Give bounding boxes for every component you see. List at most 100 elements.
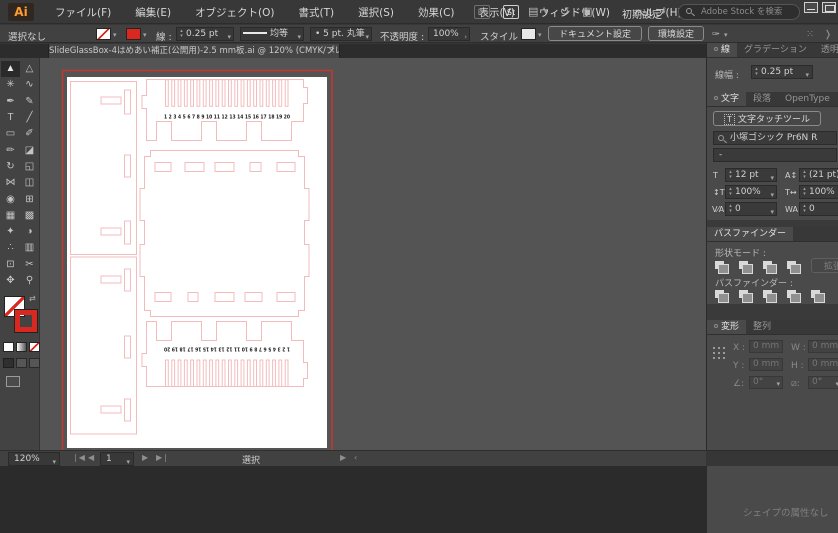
none-button[interactable]: [29, 342, 40, 352]
exclude-icon[interactable]: [787, 261, 802, 274]
document-setup-button[interactable]: ドキュメント設定: [548, 26, 642, 41]
search-input[interactable]: [701, 6, 797, 18]
eraser-tool[interactable]: ◪: [20, 142, 39, 158]
menu-item[interactable]: オブジェクト(O): [195, 5, 274, 20]
stroke-width-field[interactable]: ▴ ▾ 0.25 pt ▾: [751, 65, 813, 79]
menu-item[interactable]: ファイル(F): [55, 5, 111, 20]
rectangle-tool[interactable]: ▭: [1, 126, 20, 142]
font-style-field[interactable]: -: [713, 148, 837, 162]
zoom-tool[interactable]: ⚲: [20, 273, 39, 289]
swap-fill-stroke-icon[interactable]: ⇄: [29, 294, 36, 303]
unite-icon[interactable]: [715, 261, 730, 274]
minimize-button[interactable]: [804, 2, 818, 13]
stepper-icon[interactable]: ▴ ▾: [726, 186, 735, 198]
rotate-tool[interactable]: ↻: [1, 159, 20, 175]
document-tab[interactable]: SlideGlassBox-4はめあい補正(公開用)-2.5 mm板.ai @ …: [48, 44, 340, 58]
close-tab-icon[interactable]: ×: [328, 44, 338, 58]
free-transform-tool[interactable]: ◫: [20, 175, 39, 191]
menu-item[interactable]: 編集(E): [135, 5, 171, 20]
canvas-area[interactable]: 1 2 3 4 5 6 7 8 9 10 11 12 13 14 15 16 1…: [40, 58, 706, 464]
tab-transform[interactable]: 変形: [707, 320, 747, 334]
grid-dots-icon[interactable]: ⁙: [806, 29, 814, 40]
minus-front-icon[interactable]: [739, 261, 754, 274]
brush-dropdown[interactable]: • 5 pt. 丸筆 ▾: [310, 27, 372, 41]
stepper-icon[interactable]: ▴ ▾: [752, 66, 761, 78]
stepper-icon[interactable]: ▴ ▾: [800, 186, 809, 198]
touch-type-tool-button[interactable]: T 文字タッチツール: [713, 111, 821, 126]
draw-behind-icon[interactable]: [16, 358, 27, 368]
tab-align[interactable]: 整列: [746, 320, 778, 334]
color-button[interactable]: [3, 342, 14, 352]
stroke-width-field[interactable]: ▴ ▾ 0.25 pt ▾: [176, 27, 234, 41]
trim-icon[interactable]: [739, 290, 754, 303]
gradient-button[interactable]: [16, 342, 27, 352]
stroke-swatch[interactable]: [126, 28, 141, 40]
tracking-field[interactable]: ▴ ▾ 0: [799, 202, 838, 216]
font-family-field[interactable]: 小塚ゴシック Pr6N R: [713, 131, 837, 145]
outline-icon[interactable]: [811, 290, 826, 303]
fill-swatch[interactable]: [96, 28, 111, 40]
direct-selection-tool[interactable]: △: [20, 61, 39, 77]
tab-opentype[interactable]: OpenType: [778, 92, 837, 106]
crop-icon[interactable]: [787, 290, 802, 303]
tab-paragraph[interactable]: 段落: [746, 92, 778, 106]
sync-settings-icon[interactable]: ↺: [560, 5, 569, 18]
panel-collapse-icon[interactable]: ❭: [824, 29, 832, 40]
preferences-button[interactable]: 環境設定: [648, 26, 704, 41]
screen-mode-button[interactable]: [6, 376, 20, 387]
draw-inside-icon[interactable]: [29, 358, 40, 368]
stock-icon[interactable]: St: [503, 5, 519, 19]
symbol-sprayer-tool[interactable]: ∴: [1, 240, 20, 256]
intersect-icon[interactable]: [763, 261, 778, 274]
divide-icon[interactable]: [715, 290, 730, 303]
kerning-field[interactable]: ▴ ▾ 0 ▾: [725, 202, 777, 216]
scale-tool[interactable]: ◱: [20, 159, 39, 175]
stepper-icon[interactable]: ▴ ▾: [800, 203, 809, 215]
menu-item[interactable]: 効果(C): [418, 5, 455, 20]
draw-normal-icon[interactable]: [3, 358, 14, 368]
touch-workspace-icon[interactable]: ▣: [582, 5, 592, 18]
stepper-icon[interactable]: ▴ ▾: [800, 169, 809, 181]
magic-wand-tool[interactable]: ✳: [1, 77, 20, 93]
artboard-number-field[interactable]: 1 ▾: [100, 452, 134, 466]
workspace-switcher[interactable]: 初期設定: [622, 6, 662, 21]
workspace-layout-icon[interactable]: ▤: [528, 5, 538, 18]
x-field[interactable]: 0 mm: [749, 340, 783, 353]
tab-stroke[interactable]: 線: [707, 43, 738, 57]
type-tool[interactable]: T: [1, 110, 20, 126]
gradient-tool[interactable]: ▩: [20, 208, 39, 224]
h-field[interactable]: 0 mm: [808, 358, 838, 371]
shear-field[interactable]: 0° ▾: [808, 376, 838, 389]
prev-artboard-icon[interactable]: ◀: [88, 453, 94, 462]
stroke-profile-dropdown[interactable]: 均等 ▾: [240, 27, 304, 41]
line-segment-tool[interactable]: ╱: [20, 110, 39, 126]
blend-tool[interactable]: ◑: [20, 224, 39, 240]
next-artboard-icon[interactable]: ▶: [142, 453, 148, 462]
tab-character[interactable]: 文字: [707, 92, 747, 106]
column-graph-tool[interactable]: ▥: [20, 240, 39, 256]
bridge-icon[interactable]: Br: [474, 5, 490, 19]
lasso-tool[interactable]: ∿: [20, 77, 39, 93]
eyedropper-tool[interactable]: ✦: [1, 224, 20, 240]
leading-field[interactable]: ▴ ▾ (21 pt): [799, 168, 838, 182]
stepper-icon[interactable]: ▴ ▾: [726, 169, 735, 181]
expand-button[interactable]: 拡張: [811, 258, 838, 273]
last-artboard-icon[interactable]: ▶❘: [156, 453, 169, 462]
vertical-scale-field[interactable]: ▴ ▾ 100% ▾: [725, 185, 777, 199]
basic-appearance-icon[interactable]: ✑: [712, 29, 720, 40]
pen-tool[interactable]: ✒: [1, 94, 20, 110]
menu-item[interactable]: ウィンドウ(W): [539, 5, 610, 20]
paintbrush-tool[interactable]: ✐: [20, 126, 39, 142]
rotate-angle-field[interactable]: 0° ▾: [749, 376, 783, 389]
style-swatch[interactable]: [521, 28, 536, 40]
w-field[interactable]: 0 mm: [808, 340, 838, 353]
y-field[interactable]: 0 mm: [749, 358, 783, 371]
font-size-field[interactable]: ▴ ▾ 12 pt ▾: [725, 168, 777, 182]
opacity-field[interactable]: 100% ›: [428, 27, 470, 41]
selection-tool[interactable]: ▲: [1, 61, 20, 78]
hand-tool[interactable]: ✥: [1, 273, 20, 289]
tab-gradient[interactable]: グラデーション: [737, 43, 814, 57]
perspective-grid-tool[interactable]: ⊞: [20, 191, 39, 207]
pencil-tool[interactable]: ✏: [1, 142, 20, 158]
menu-item[interactable]: 選択(S): [358, 5, 394, 20]
